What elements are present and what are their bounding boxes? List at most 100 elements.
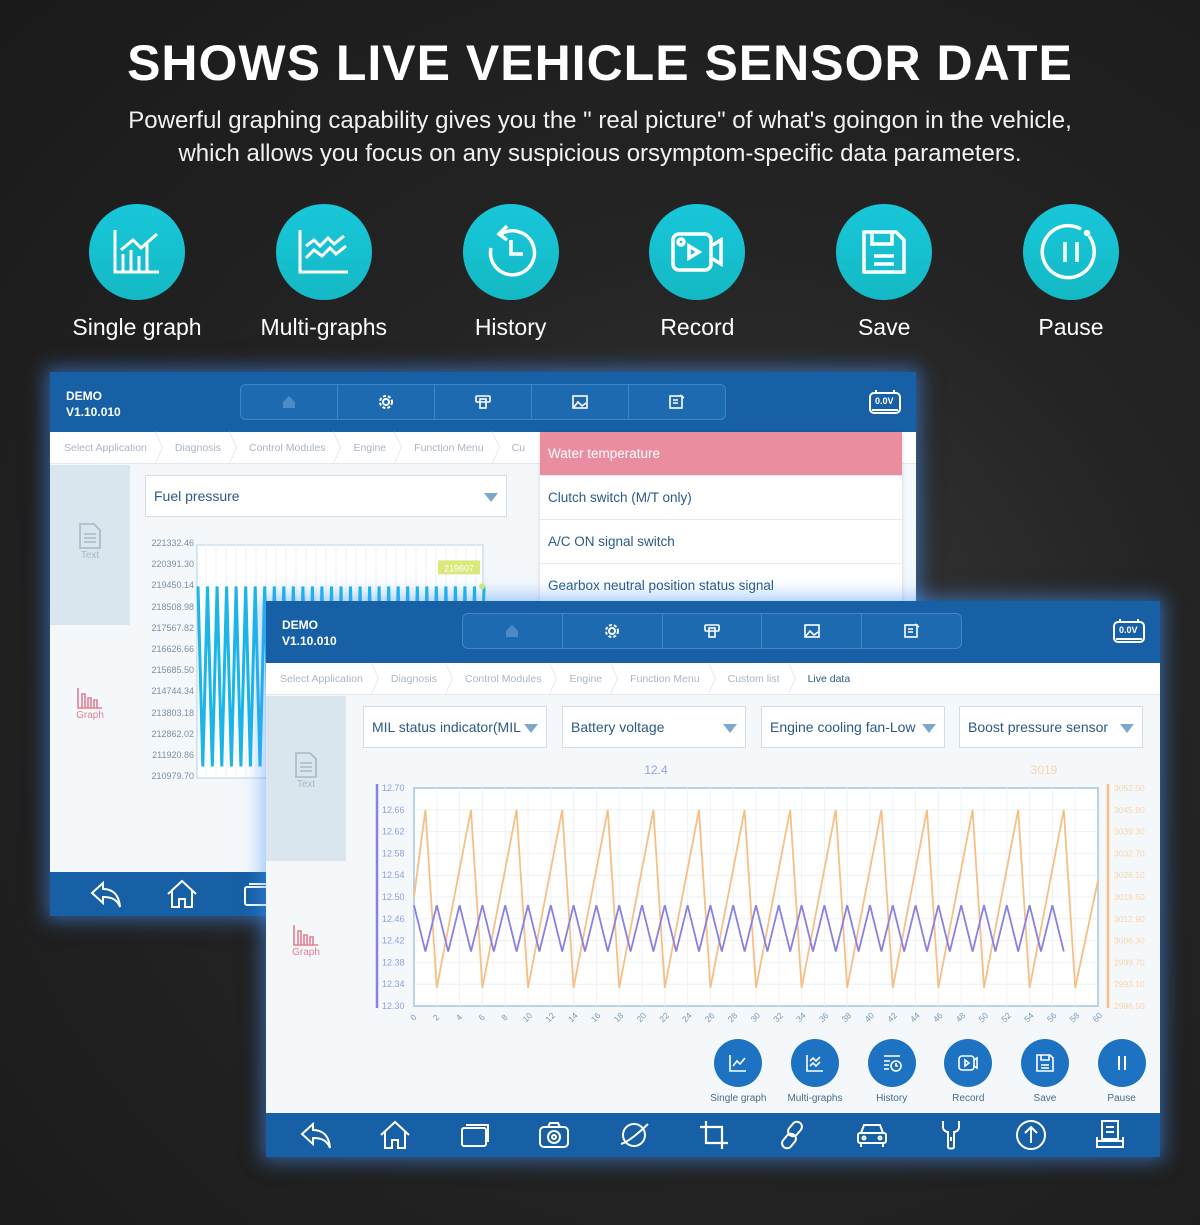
breadcrumb-item[interactable]: Custom list bbox=[714, 663, 794, 694]
single-graph-button[interactable]: Single graph bbox=[701, 1039, 775, 1104]
x-tick-label: 26 bbox=[703, 1010, 717, 1024]
feature-label: Record bbox=[660, 314, 735, 340]
chevron-down-icon bbox=[524, 724, 538, 733]
save-button[interactable]: Save bbox=[1008, 1039, 1082, 1104]
feature-save: Save bbox=[791, 204, 977, 341]
back-icon bbox=[300, 1121, 331, 1149]
battery-voltage-current: 12.4 bbox=[644, 763, 668, 777]
tab-connector[interactable] bbox=[663, 614, 763, 648]
y-tick-label: 214744.34 bbox=[151, 686, 194, 697]
action-label: Multi-graphs bbox=[787, 1093, 843, 1104]
value-badge-text: 219607 bbox=[444, 563, 474, 573]
record-button[interactable]: Record bbox=[931, 1039, 1005, 1104]
back-button[interactable] bbox=[86, 874, 126, 914]
x-tick-label: 54 bbox=[1022, 1010, 1036, 1024]
menu-item-ac-signal[interactable]: A/C ON signal switch bbox=[540, 520, 902, 564]
left-y-tick-label: 12.54 bbox=[382, 870, 405, 880]
y-tick-label: 211920.86 bbox=[152, 750, 194, 760]
tab-home[interactable] bbox=[241, 385, 338, 419]
feature-label: Single graph bbox=[72, 314, 202, 340]
side-tab-text-label: Text bbox=[296, 779, 316, 790]
parameter-dropdown[interactable]: Fuel pressure bbox=[145, 475, 507, 517]
tab-image[interactable] bbox=[532, 385, 629, 419]
connector-icon bbox=[704, 624, 720, 638]
pause-button[interactable]: Pause bbox=[1085, 1039, 1159, 1104]
side-tab-graph[interactable]: Graph bbox=[266, 923, 346, 958]
tab-home[interactable] bbox=[463, 614, 563, 648]
breadcrumb-item[interactable]: Control Modules bbox=[235, 432, 339, 463]
edit-icon bbox=[669, 394, 685, 409]
back-button[interactable] bbox=[296, 1115, 336, 1155]
y-tick-label: 216626.66 bbox=[151, 644, 194, 654]
home-button[interactable] bbox=[162, 874, 202, 914]
vehicle-button[interactable] bbox=[852, 1115, 892, 1155]
tab-settings[interactable] bbox=[338, 385, 435, 419]
breadcrumb-item[interactable]: Diagnosis bbox=[161, 432, 235, 463]
dropdown-cooling-fan[interactable]: Engine cooling fan-Low bbox=[761, 706, 945, 748]
tab-image[interactable] bbox=[762, 614, 863, 648]
x-tick-label: 40 bbox=[862, 1010, 876, 1024]
upload-icon bbox=[1015, 1120, 1046, 1150]
document-icon bbox=[295, 752, 317, 778]
breadcrumb-item[interactable]: Engine bbox=[555, 663, 616, 694]
breadcrumb-item[interactable]: Select Application bbox=[266, 663, 377, 694]
battery-voltage: 0.0V bbox=[875, 396, 894, 406]
link-button[interactable] bbox=[772, 1115, 812, 1155]
tab-connector[interactable] bbox=[435, 385, 532, 419]
dropdown-battery-voltage[interactable]: Battery voltage bbox=[562, 706, 746, 748]
breadcrumb-item[interactable]: Function Menu bbox=[616, 663, 713, 694]
chevron-down-icon bbox=[723, 724, 737, 733]
right-y-tick-label: 2993.10 bbox=[1114, 979, 1145, 989]
tab-edit[interactable] bbox=[629, 385, 725, 419]
breadcrumb-item[interactable]: Cu bbox=[498, 432, 539, 463]
report-icon bbox=[1096, 1120, 1125, 1148]
dropdown-boost-pressure[interactable]: Boost pressure sensor bbox=[959, 706, 1143, 748]
menu-item-clutch-switch[interactable]: Clutch switch (M/T only) bbox=[540, 476, 902, 520]
x-tick-label: 18 bbox=[612, 1010, 626, 1024]
breadcrumb-item[interactable]: Live data bbox=[794, 663, 865, 694]
breadcrumb-item[interactable]: Diagnosis bbox=[377, 663, 451, 694]
dropdown-mil-status[interactable]: MIL status indicator(MIL bbox=[363, 706, 547, 748]
bar-graph-icon bbox=[77, 688, 102, 709]
windows-button[interactable] bbox=[455, 1115, 495, 1155]
screenshot-button[interactable] bbox=[534, 1115, 574, 1155]
x-tick-label: 16 bbox=[589, 1010, 603, 1024]
repair-button[interactable] bbox=[931, 1115, 971, 1155]
left-y-tick-label: 12.50 bbox=[382, 892, 405, 902]
history-button[interactable]: History bbox=[855, 1039, 929, 1104]
crop-button[interactable] bbox=[693, 1115, 733, 1155]
side-tab-text-label: Text bbox=[80, 550, 100, 561]
left-y-tick-label: 12.58 bbox=[382, 848, 405, 858]
browser-button[interactable] bbox=[614, 1115, 654, 1155]
update-button[interactable] bbox=[1011, 1115, 1051, 1155]
right-y-tick-label: 3006.30 bbox=[1114, 936, 1145, 946]
multi-graphs-button[interactable]: Multi-graphs bbox=[778, 1039, 852, 1104]
left-y-tick-label: 12.70 bbox=[382, 783, 405, 793]
breadcrumb-item[interactable]: Select Application bbox=[50, 432, 161, 463]
feature-pause: Pause bbox=[978, 204, 1164, 341]
y-tick-label: 217567.82 bbox=[151, 622, 194, 633]
report-button[interactable] bbox=[1090, 1115, 1130, 1155]
chevron-down-icon bbox=[1120, 724, 1134, 733]
tab-settings[interactable] bbox=[563, 614, 663, 648]
breadcrumb-item[interactable]: Engine bbox=[339, 432, 400, 463]
home-icon bbox=[380, 1120, 410, 1149]
feature-multi-graphs: Multi-graphs bbox=[231, 204, 417, 341]
side-tab-graph[interactable]: Graph bbox=[50, 686, 130, 721]
feature-list: Single graph Multi-graphs History Record… bbox=[44, 204, 1164, 341]
y-tick-label: 213803.18 bbox=[151, 707, 194, 718]
side-tab-graph-label: Graph bbox=[292, 947, 320, 958]
dropdown-value: Boost pressure sensor bbox=[968, 719, 1109, 735]
side-tab-text[interactable]: Text bbox=[266, 751, 346, 790]
app-name: DEMO bbox=[66, 389, 102, 403]
left-y-tick-label: 12.34 bbox=[382, 979, 405, 989]
home-button[interactable] bbox=[375, 1115, 415, 1155]
feature-label: Multi-graphs bbox=[260, 314, 388, 340]
x-tick-label: 34 bbox=[794, 1010, 808, 1024]
breadcrumb-item[interactable]: Control Modules bbox=[451, 663, 555, 694]
left-y-tick-label: 12.38 bbox=[382, 957, 405, 967]
side-tab-text[interactable]: Text bbox=[50, 522, 130, 561]
breadcrumb-item[interactable]: Function Menu bbox=[400, 432, 497, 463]
tab-edit[interactable] bbox=[862, 614, 961, 648]
menu-item-water-temperature[interactable]: Water temperature bbox=[540, 432, 902, 476]
